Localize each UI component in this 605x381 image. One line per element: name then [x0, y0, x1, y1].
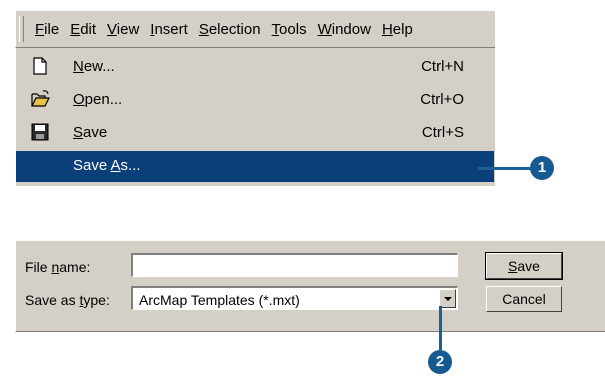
toolbar-grip[interactable]	[19, 16, 24, 42]
menu-selection[interactable]: Selection	[199, 21, 261, 39]
new-document-icon	[31, 57, 49, 75]
save-dialog: File name: Save as type: ArcMap Template…	[15, 240, 605, 332]
save-disk-icon	[31, 123, 49, 141]
menu-item-save-as[interactable]: Save As...	[16, 151, 494, 182]
menu-item-label: New...	[73, 58, 115, 75]
menu-item-label: Save	[73, 124, 108, 141]
file-name-label: File name:	[25, 259, 91, 275]
menu-help[interactable]: Help	[382, 21, 413, 39]
file-name-input[interactable]	[131, 253, 458, 277]
save-as-type-select[interactable]: ArcMap Templates (*.mxt)	[131, 286, 458, 310]
cancel-button[interactable]: Cancel	[486, 286, 562, 312]
open-folder-icon	[31, 90, 50, 108]
menu-bar: File Edit View Insert Selection Tools Wi…	[15, 10, 495, 48]
save-as-type-label: Save as type:	[25, 292, 110, 308]
callout-2-leader	[439, 306, 442, 350]
menu-file[interactable]: File	[35, 21, 59, 39]
shortcut-label: Ctrl+O	[420, 91, 464, 108]
menu-edit[interactable]: Edit	[70, 21, 96, 39]
menu-item-label: Save As...	[73, 157, 141, 174]
menu-insert[interactable]: Insert	[150, 21, 188, 39]
menu-item-new[interactable]: New... Ctrl+N	[16, 52, 494, 83]
menu-item-save[interactable]: Save Ctrl+S	[16, 118, 494, 149]
menu-item-open[interactable]: Open... Ctrl+O	[16, 85, 494, 116]
menu-items: File Edit View Insert Selection Tools Wi…	[35, 21, 424, 39]
callout-1: 1	[530, 156, 554, 180]
callout-2: 2	[428, 350, 452, 374]
shortcut-label: Ctrl+N	[421, 58, 464, 75]
menu-tools[interactable]: Tools	[272, 21, 307, 39]
menu-item-label: Open...	[73, 91, 123, 108]
save-button[interactable]: Save	[485, 252, 563, 280]
shortcut-label: Ctrl+S	[421, 124, 464, 141]
menu-view[interactable]: View	[107, 21, 139, 39]
save-as-type-value: ArcMap Templates (*.mxt)	[139, 292, 300, 308]
menu-window[interactable]: Window	[318, 21, 371, 39]
callout-1-leader	[478, 167, 538, 170]
file-menu-dropdown: New... Ctrl+N Open... Ctrl+O Save Ctrl+S…	[15, 48, 495, 186]
